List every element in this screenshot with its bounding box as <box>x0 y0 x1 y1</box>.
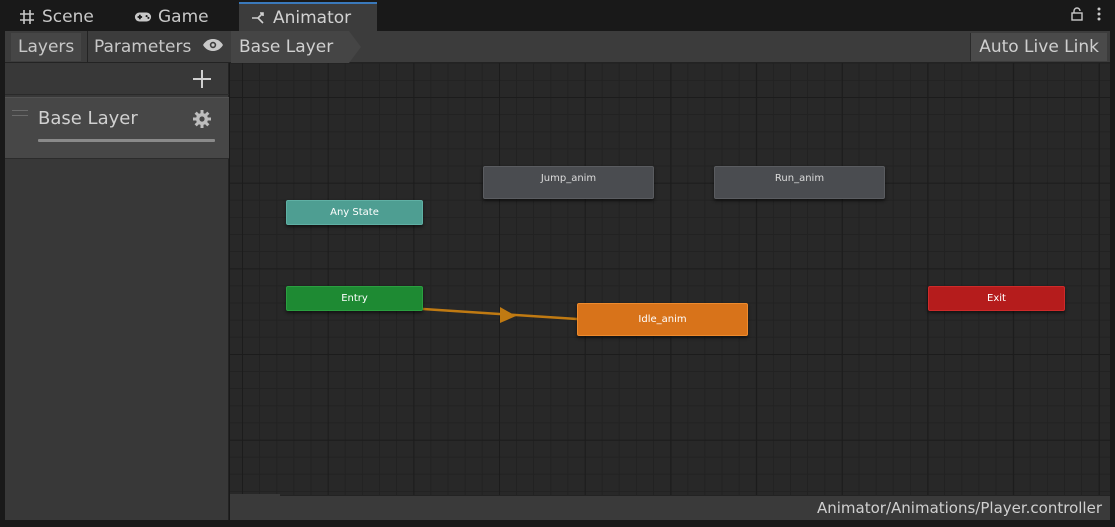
state-idle-anim[interactable]: Idle_anim <box>577 303 748 336</box>
grid-icon <box>18 8 36 26</box>
plus-icon <box>193 70 211 88</box>
layer-weight-bar[interactable] <box>38 139 215 142</box>
state-entry[interactable]: Entry <box>286 286 423 311</box>
auto-live-link-button[interactable]: Auto Live Link <box>970 33 1107 61</box>
eye-icon <box>202 37 224 57</box>
layer-name: Base Layer <box>38 108 138 129</box>
state-any-state[interactable]: Any State <box>286 200 423 225</box>
transition-layer <box>422 307 578 323</box>
transition-arrow-icon <box>500 307 516 323</box>
tab-game[interactable]: Game <box>124 2 219 31</box>
controller-path: Animator/Animations/Player.controller <box>817 499 1102 517</box>
tab-actions <box>1071 6 1101 25</box>
window-tab-bar: Scene Game Animator <box>0 0 1115 31</box>
more-options-icon[interactable] <box>1097 6 1101 25</box>
lock-icon[interactable] <box>1071 6 1083 25</box>
window-frame-bottom <box>0 520 1115 527</box>
tab-scene-label: Scene <box>42 6 94 27</box>
breadcrumb-base-layer[interactable]: Base Layer <box>231 31 361 63</box>
layers-panel: Base Layer <box>5 63 229 520</box>
drag-handle-icon[interactable] <box>12 110 28 116</box>
tab-scene[interactable]: Scene <box>8 2 104 31</box>
layer-item-base-layer[interactable]: Base Layer <box>5 97 229 159</box>
tab-animator-label: Animator <box>273 7 352 28</box>
eye-toggle[interactable] <box>199 33 227 61</box>
gamepad-icon <box>134 8 152 26</box>
panel-divider <box>5 94 229 95</box>
add-layer-button[interactable] <box>190 67 214 91</box>
tab-animator[interactable]: Animator <box>239 2 377 31</box>
parameters-tab-button[interactable]: Parameters <box>87 33 198 61</box>
state-machine-graph[interactable]: Jump_anim Run_anim Any State Entry Idle_… <box>230 63 1110 495</box>
layers-tab-button[interactable]: Layers <box>11 33 82 61</box>
tab-game-label: Game <box>158 6 209 27</box>
gear-icon[interactable] <box>192 109 212 129</box>
state-jump-anim[interactable]: Jump_anim <box>483 166 654 199</box>
status-bar-notch <box>230 494 280 496</box>
animator-toolbar: Layers Parameters Base Layer Auto Live L… <box>5 31 1110 63</box>
status-bar: Animator/Animations/Player.controller <box>230 494 1110 520</box>
state-exit[interactable]: Exit <box>928 286 1065 311</box>
state-run-anim[interactable]: Run_anim <box>714 166 885 199</box>
animator-icon <box>249 9 267 27</box>
